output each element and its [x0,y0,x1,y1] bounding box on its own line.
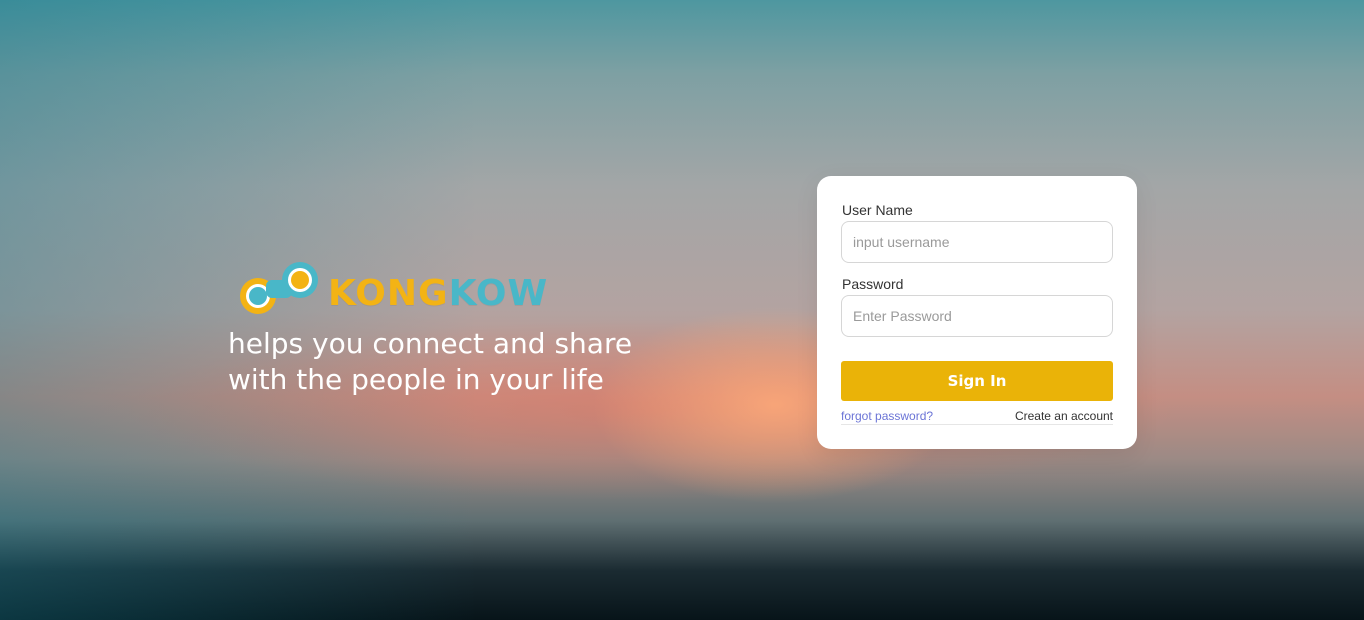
logo-mark-icon [240,262,318,314]
tagline: helps you connect and share with the peo… [228,326,698,398]
auth-links: forgot password? Create an account [841,409,1113,425]
logo: KONGKOW [228,256,548,320]
username-input[interactable] [841,221,1113,263]
password-label: Password [842,276,904,292]
tagline-line-1: helps you connect and share [228,327,633,360]
logo-wordmark-part2: KOW [448,273,549,314]
password-input[interactable] [841,295,1113,337]
username-label: User Name [842,202,913,218]
logo-wordmark-part1: KONG [328,273,449,314]
create-account-link[interactable]: Create an account [1015,409,1113,423]
login-card: User Name Password Sign In forgot passwo… [817,176,1137,449]
sign-in-button[interactable]: Sign In [841,361,1113,401]
brand-block: KONGKOW helps you connect and share with… [228,256,698,398]
logo-wordmark: KONGKOW [328,274,548,314]
tagline-line-2: with the people in your life [228,363,604,396]
forgot-password-link[interactable]: forgot password? [841,409,933,423]
